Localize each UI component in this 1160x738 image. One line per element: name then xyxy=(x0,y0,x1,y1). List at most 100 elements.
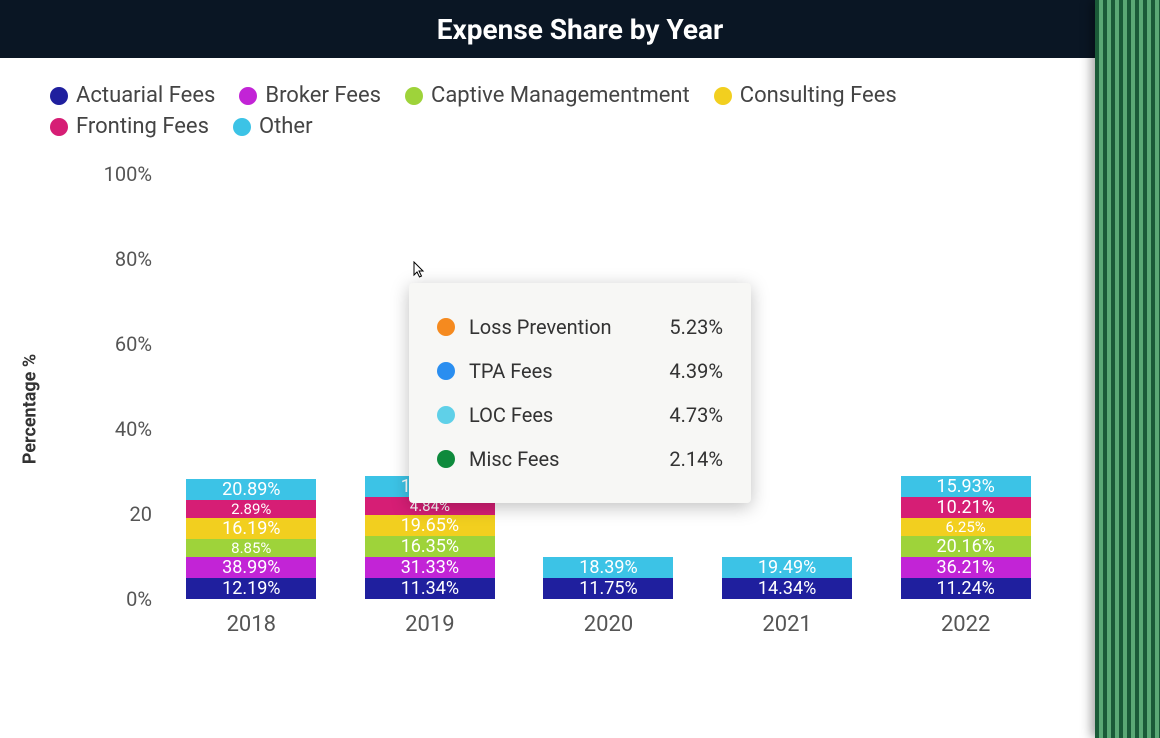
segment-value-label: 2.89% xyxy=(231,500,271,518)
segment-captive-managementment[interactable]: 20.16% xyxy=(901,536,1031,557)
tooltip-label: Misc Fees xyxy=(469,447,639,471)
segment-value-label: 20.89% xyxy=(222,479,280,500)
legend-item-fronting[interactable]: Fronting Fees xyxy=(50,114,209,139)
segment-captive-managementment[interactable]: 16.35% xyxy=(365,536,495,557)
segment-consulting-fees[interactable]: 6.25% xyxy=(901,518,1031,536)
segment-actuarial-fees[interactable]: 14.34% xyxy=(722,578,852,599)
tooltip-row-misc: Misc Fees 2.14% xyxy=(437,437,723,481)
bar-column-2020[interactable]: 11.75%18.39% xyxy=(543,557,673,599)
segment-value-label: 16.19% xyxy=(222,518,280,539)
chart-title: Expense Share by Year xyxy=(437,13,723,46)
tooltip-label: LOC Fees xyxy=(469,403,639,427)
y-tick: 100% xyxy=(82,162,152,186)
tooltip-value: 5.23% xyxy=(653,315,723,339)
y-axis: 0%2040%60%80%100% xyxy=(82,174,152,599)
legend-item-other[interactable]: Other xyxy=(233,114,313,139)
legend-label: Other xyxy=(259,114,313,139)
segment-value-label: 11.75% xyxy=(579,578,637,599)
tooltip-value: 2.14% xyxy=(653,447,723,471)
segment-value-label: 38.99% xyxy=(222,557,280,578)
tpa-swatch xyxy=(437,362,455,380)
tooltip-row-loc: LOC Fees 4.73% xyxy=(437,393,723,437)
y-tick: 60% xyxy=(82,332,152,356)
segment-value-label: 10.21% xyxy=(936,497,994,518)
segment-actuarial-fees[interactable]: 12.19% xyxy=(186,578,316,599)
stacked-bar: 14.34%19.49% xyxy=(722,557,852,599)
y-tick: 80% xyxy=(82,247,152,271)
tooltip-value: 4.73% xyxy=(653,403,723,427)
segment-actuarial-fees[interactable]: 11.34% xyxy=(365,578,495,599)
x-tick: 2022 xyxy=(901,604,1031,644)
stacked-bar: 11.24%36.21%20.16%6.25%10.21%15.93% xyxy=(901,476,1031,599)
segment-consulting-fees[interactable]: 19.65% xyxy=(365,515,495,536)
actuarial-swatch xyxy=(50,87,68,105)
bar-column-2021[interactable]: 14.34%19.49% xyxy=(722,557,852,599)
segment-value-label: 6.25% xyxy=(946,518,986,536)
consulting-swatch xyxy=(714,87,732,105)
tooltip-row-loss_prevention: Loss Prevention 5.23% xyxy=(437,305,723,349)
segment-value-label: 19.65% xyxy=(401,515,459,536)
legend-item-broker[interactable]: Broker Fees xyxy=(239,83,381,108)
title-bar: Expense Share by Year xyxy=(0,0,1160,58)
tooltip-value: 4.39% xyxy=(653,359,723,383)
y-tick: 0% xyxy=(82,587,152,611)
other-swatch xyxy=(233,118,251,136)
legend-label: Actuarial Fees xyxy=(76,83,215,108)
segment-value-label: 31.33% xyxy=(401,557,459,578)
loc-swatch xyxy=(437,406,455,424)
broker-swatch xyxy=(239,87,257,105)
tooltip-label: TPA Fees xyxy=(469,359,639,383)
legend-label: Broker Fees xyxy=(265,83,381,108)
segment-value-label: 11.34% xyxy=(401,578,459,599)
legend-item-actuarial[interactable]: Actuarial Fees xyxy=(50,83,215,108)
captive-swatch xyxy=(405,87,423,105)
y-tick: 40% xyxy=(82,417,152,441)
fronting-swatch xyxy=(50,118,68,136)
segment-other[interactable]: 20.89% xyxy=(186,479,316,500)
x-axis: 2018 2019 2020 2021 2022 xyxy=(162,604,1055,644)
segment-broker-fees[interactable]: 36.21% xyxy=(901,557,1031,578)
bar-column-2022[interactable]: 11.24%36.21%20.16%6.25%10.21%15.93% xyxy=(901,476,1031,599)
segment-broker-fees[interactable]: 38.99% xyxy=(186,557,316,578)
segment-value-label: 19.49% xyxy=(758,557,816,578)
segment-value-label: 18.39% xyxy=(579,557,637,578)
segment-actuarial-fees[interactable]: 11.24% xyxy=(901,578,1031,599)
segment-consulting-fees[interactable]: 16.19% xyxy=(186,518,316,539)
x-tick: 2021 xyxy=(722,604,852,644)
legend-label: Consulting Fees xyxy=(740,83,897,108)
segment-actuarial-fees[interactable]: 11.75% xyxy=(543,578,673,599)
stacked-bar: 11.75%18.39% xyxy=(543,557,673,599)
legend-label: Captive Managementment xyxy=(431,83,690,108)
segment-value-label: 12.19% xyxy=(222,578,280,599)
right-decorative-strip xyxy=(1095,0,1160,738)
y-tick: 20 xyxy=(82,502,152,526)
legend: Actuarial Fees Broker Fees Captive Managem… xyxy=(50,83,1065,139)
stacked-bar: 12.19%38.99%8.85%16.19%2.89%20.89% xyxy=(186,479,316,599)
segment-value-label: 36.21% xyxy=(936,557,994,578)
segment-value-label: 14.34% xyxy=(758,578,816,599)
segment-value-label: 15.93% xyxy=(936,476,994,497)
legend-label: Fronting Fees xyxy=(76,114,209,139)
x-tick: 2018 xyxy=(186,604,316,644)
segment-value-label: 20.16% xyxy=(936,536,994,557)
segment-value-label: 8.85% xyxy=(231,539,271,557)
tooltip-row-tpa: TPA Fees 4.39% xyxy=(437,349,723,393)
segment-fronting-fees[interactable]: 10.21% xyxy=(901,497,1031,518)
segment-other[interactable]: 18.39% xyxy=(543,557,673,578)
segment-other[interactable]: 15.93% xyxy=(901,476,1031,497)
legend-item-captive[interactable]: Captive Managementment xyxy=(405,83,690,108)
bar-column-2018[interactable]: 12.19%38.99%8.85%16.19%2.89%20.89% xyxy=(186,479,316,599)
y-axis-label: Percentage % xyxy=(20,354,41,464)
x-tick: 2019 xyxy=(365,604,495,644)
x-tick: 2020 xyxy=(543,604,673,644)
segment-value-label: 11.24% xyxy=(936,578,994,599)
loss_prevention-swatch xyxy=(437,318,455,336)
legend-item-consulting[interactable]: Consulting Fees xyxy=(714,83,897,108)
segment-other[interactable]: 19.49% xyxy=(722,557,852,578)
misc-swatch xyxy=(437,450,455,468)
tooltip-label: Loss Prevention xyxy=(469,315,639,339)
segment-broker-fees[interactable]: 31.33% xyxy=(365,557,495,578)
segment-captive-managementment[interactable]: 8.85% xyxy=(186,539,316,557)
segment-fronting-fees[interactable]: 2.89% xyxy=(186,500,316,518)
segment-value-label: 16.35% xyxy=(401,536,459,557)
